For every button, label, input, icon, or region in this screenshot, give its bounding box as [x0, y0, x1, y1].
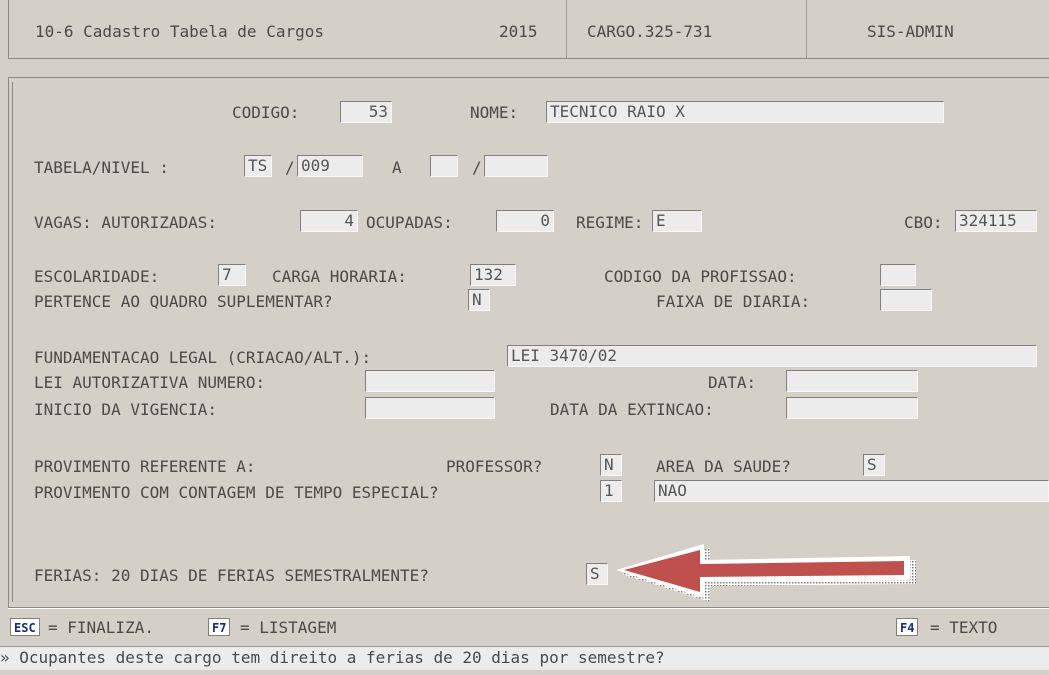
data-label: DATA: [708, 373, 757, 392]
ferias-field[interactable]: S [586, 563, 608, 585]
autorizadas-field[interactable]: 4 [300, 210, 358, 232]
lei-label: LEI AUTORIZATIVA NUMERO: [34, 373, 266, 392]
annotation-arrow [616, 544, 916, 602]
f4-key[interactable]: F4 [896, 618, 919, 636]
data-extincao-label: DATA DA EXTINCAO: [550, 400, 714, 419]
nivel-field[interactable]: 009 [297, 155, 363, 177]
regime-field[interactable]: E [652, 210, 702, 232]
header-user: SIS-ADMIN [867, 22, 954, 41]
faixa-label: FAIXA DE DIARIA: [656, 292, 811, 311]
faixa-field[interactable] [880, 289, 932, 311]
panel-inner-border [12, 82, 13, 602]
tabela-to-separator: / [472, 158, 482, 177]
status-message: » Ocupantes deste cargo tem direito a fe… [0, 648, 665, 667]
area-saude-label: AREA DA SAUDE? [656, 457, 791, 476]
nivel-to-field[interactable] [484, 155, 548, 177]
carga-field[interactable]: 132 [470, 264, 516, 286]
fundamentacao-label: FUNDAMENTACAO LEGAL (CRIACAO/ALT.): [34, 348, 372, 367]
contagem-field[interactable]: 1 [600, 480, 622, 502]
esc-label: = FINALIZA. [48, 618, 154, 637]
tabela-to-field[interactable] [430, 155, 458, 177]
carga-label: CARGA HORARIA: [272, 267, 407, 286]
professor-label: PROFESSOR? [446, 457, 543, 476]
cbo-label: CBO: [904, 213, 943, 232]
codigo-field[interactable]: 53 [340, 101, 392, 123]
screen-title: 10-6 Cadastro Tabela de Cargos [35, 22, 324, 41]
tabela-separator: / [285, 158, 295, 177]
f7-key[interactable]: F7 [208, 618, 231, 636]
header-title-cell: 10-6 Cadastro Tabela de Cargos 2015 [9, 0, 567, 58]
regime-label: REGIME: [576, 213, 644, 232]
profissao-label: CODIGO DA PROFISSAO: [604, 267, 797, 286]
nome-field[interactable]: TECNICO RAIO X [546, 101, 944, 123]
lei-field[interactable] [365, 370, 495, 392]
data-field[interactable] [786, 370, 918, 392]
ocupadas-field[interactable]: 0 [496, 210, 554, 232]
professor-field[interactable]: N [600, 454, 622, 476]
header-user-cell: SIS-ADMIN [807, 0, 1049, 58]
vagas-label: VAGAS: AUTORIZADAS: [34, 213, 218, 232]
contagem-description: NAO [654, 480, 1049, 502]
inicio-vigencia-label: INICIO DA VIGENCIA: [34, 400, 218, 419]
area-saude-field[interactable]: S [863, 454, 885, 476]
inicio-vigencia-field[interactable] [365, 397, 495, 419]
status-message-bar: » Ocupantes deste cargo tem direito a fe… [0, 646, 1049, 670]
escolaridade-field[interactable]: 7 [218, 264, 246, 286]
tabela-a-label: A [392, 158, 402, 177]
cbo-field[interactable]: 324115 [955, 210, 1037, 232]
contagem-label: PROVIMENTO COM CONTAGEM DE TEMPO ESPECIA… [34, 483, 439, 502]
f4-label: = TEXTO [930, 618, 998, 637]
footer-divider-highlight [8, 608, 1049, 609]
escolaridade-label: ESCOLARIDADE: [34, 267, 160, 286]
ocupadas-label: OCUPADAS: [366, 213, 453, 232]
provimento-label: PROVIMENTO REFERENTE A: [34, 457, 256, 476]
nome-label: NOME: [470, 103, 519, 122]
suplementar-field[interactable]: N [468, 289, 490, 311]
nivel-label-bg [126, 155, 218, 177]
header-bar: 10-6 Cadastro Tabela de Cargos 2015 CARG… [8, 0, 1049, 59]
profissao-field[interactable] [880, 264, 916, 286]
header-code-cell: CARGO.325-731 [567, 0, 807, 58]
f7-label: = LISTAGEM [240, 618, 337, 637]
suplementar-label: PERTENCE AO QUADRO SUPLEMENTAR? [34, 292, 333, 311]
fundamentacao-field[interactable]: LEI 3470/02 [507, 345, 1037, 367]
data-extincao-field[interactable] [786, 397, 918, 419]
codigo-label: CODIGO: [232, 103, 300, 122]
esc-key[interactable]: ESC [10, 618, 40, 636]
tabela-field[interactable]: TS [244, 155, 272, 177]
header-code: CARGO.325-731 [587, 22, 713, 41]
header-year: 2015 [499, 22, 538, 41]
ferias-label: FERIAS: 20 DIAS DE FERIAS SEMESTRALMENTE… [34, 566, 429, 585]
